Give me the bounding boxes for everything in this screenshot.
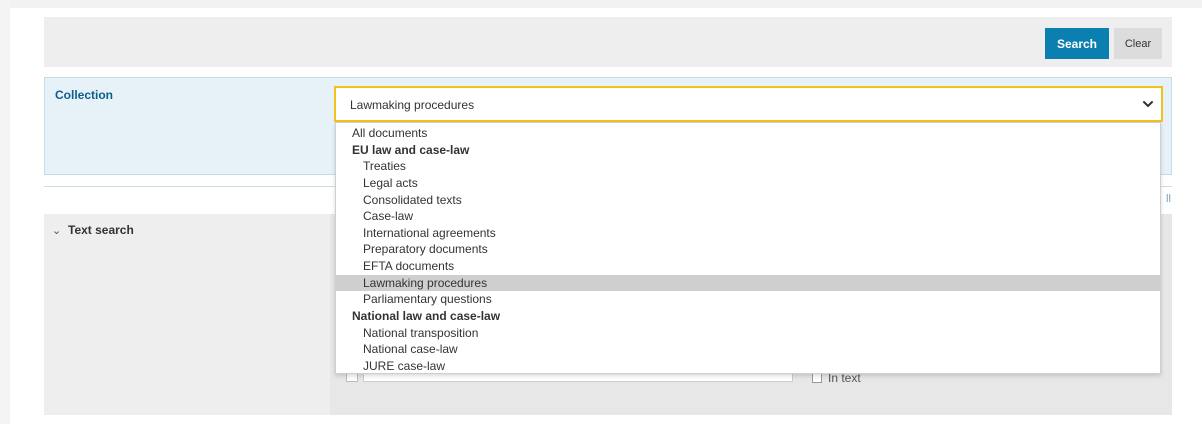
dropdown-option[interactable]: Treaties	[336, 158, 1160, 175]
dropdown-option[interactable]: Preparatory documents	[336, 241, 1160, 258]
chevron-down-icon[interactable]: ⌄	[52, 224, 61, 237]
dropdown-option[interactable]: EFTA documents	[336, 258, 1160, 275]
dropdown-option[interactable]: Case-law	[336, 208, 1160, 225]
collection-select[interactable]: Lawmaking procedures	[334, 86, 1163, 122]
text-search-toggle[interactable]: Text search	[68, 223, 134, 237]
search-action-bar	[44, 17, 1172, 67]
collection-select-value: Lawmaking procedures	[350, 98, 475, 112]
dropdown-option[interactable]: JURE case-law	[336, 358, 1160, 375]
left-strip	[0, 0, 10, 424]
dropdown-option[interactable]: Parliamentary questions	[336, 291, 1160, 308]
dropdown-group-header[interactable]: EU law and case-law	[336, 142, 1160, 159]
search-button[interactable]: Search	[1045, 28, 1109, 59]
dropdown-option[interactable]: Consolidated texts	[336, 192, 1160, 209]
text-search-sidebar	[44, 214, 330, 415]
dropdown-option[interactable]: National case-law	[336, 341, 1160, 358]
chevron-down-icon	[1143, 101, 1153, 107]
dropdown-option[interactable]: All documents	[336, 125, 1160, 142]
clear-button[interactable]: Clear	[1114, 28, 1162, 59]
dropdown-option[interactable]: Legal acts	[336, 175, 1160, 192]
partial-link-text[interactable]: ll	[1166, 193, 1171, 205]
dropdown-group-header[interactable]: National law and case-law	[336, 308, 1160, 325]
dropdown-option[interactable]: International agreements	[336, 225, 1160, 242]
top-strip	[0, 0, 1202, 8]
collection-label: Collection	[55, 88, 114, 102]
dropdown-option[interactable]: Lawmaking procedures	[336, 274, 1160, 292]
collection-dropdown-list[interactable]: All documents EU law and case-law Treaties…	[335, 122, 1161, 374]
dropdown-option[interactable]: National transposition	[336, 325, 1160, 342]
